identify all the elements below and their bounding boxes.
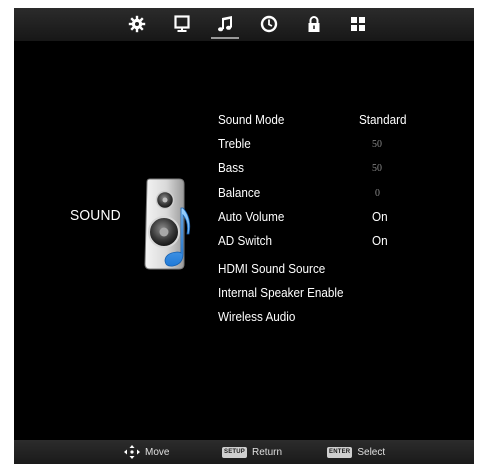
menu-item-internal-speaker-enable[interactable]: Internal Speaker Enable (218, 284, 474, 304)
menu-item-label: Internal Speaker Enable (218, 285, 344, 300)
lock-icon (308, 16, 320, 32)
menu-item-value: Standard (359, 112, 407, 127)
menu-item-value: On (372, 233, 388, 248)
menu-item-label: AD Switch (218, 233, 272, 248)
menu-item-label: Balance (218, 185, 261, 200)
menu-item-hdmi-sound-source[interactable]: HDMI Sound Source (218, 260, 474, 280)
hint-return-label: Return (252, 446, 283, 458)
music-note-icon (218, 16, 232, 32)
menu-item-ad-switch[interactable]: AD Switch On (218, 232, 474, 252)
menu-item-label: Bass (218, 160, 245, 175)
hint-select: ENTER Select (327, 445, 385, 459)
monitor-icon (174, 15, 190, 32)
tab-setup[interactable] (347, 13, 369, 35)
menu-item-label: Wireless Audio (218, 309, 296, 324)
hint-bar: Move SETUP Return ENTER Select (14, 440, 474, 464)
tab-screen[interactable] (171, 13, 193, 35)
tab-lock[interactable] (303, 13, 325, 35)
menu-item-sound-mode[interactable]: Sound Mode Standard (218, 111, 474, 131)
menu-tab-bar (14, 8, 474, 41)
menu-item-value: 0 (375, 187, 380, 199)
menu-item-value: On (372, 209, 388, 224)
tab-picture[interactable] (126, 13, 148, 35)
menu-item-value: 50 (372, 138, 382, 150)
menu-item-wireless-audio[interactable]: Wireless Audio (218, 308, 474, 328)
setup-key-icon: SETUP (222, 446, 248, 458)
tab-time[interactable] (258, 13, 280, 35)
hint-move: Move (124, 445, 169, 459)
menu-item-label: HDMI Sound Source (218, 261, 326, 276)
enter-key-icon: ENTER (327, 446, 353, 458)
menu-item-label: Treble (218, 136, 251, 151)
picture-settings-icon (128, 15, 146, 33)
menu-item-balance[interactable]: Balance 0 (218, 184, 474, 204)
menu-item-bass[interactable]: Bass 50 (218, 159, 474, 179)
hint-move-label: Move (145, 446, 170, 458)
tv-menu-screen: SOUND Sound Mode Standard Treble 50 Bass… (14, 8, 474, 464)
hint-select-label: Select (357, 446, 386, 458)
speaker-music-icon (144, 178, 191, 270)
tab-sound[interactable] (211, 13, 239, 39)
menu-item-auto-volume[interactable]: Auto Volume On (218, 208, 474, 228)
menu-item-value: 50 (372, 162, 382, 174)
menu-item-label: Sound Mode (218, 112, 285, 127)
grid-icon (351, 17, 365, 31)
menu-item-label: Auto Volume (218, 209, 285, 224)
page-title: SOUND (70, 207, 121, 224)
menu-item-treble[interactable]: Treble 50 (218, 135, 474, 155)
hint-return: SETUP Return (222, 445, 282, 459)
clock-icon (260, 15, 278, 33)
move-arrows-icon (124, 445, 140, 459)
